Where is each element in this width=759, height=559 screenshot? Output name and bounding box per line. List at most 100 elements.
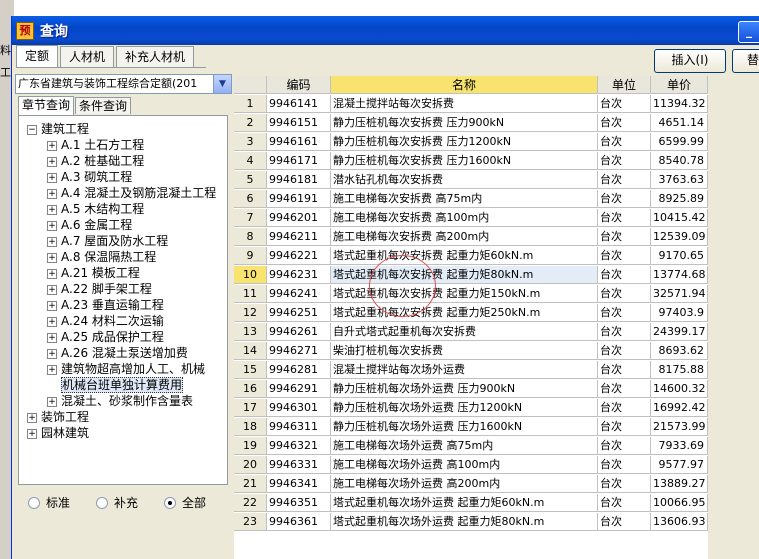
tree-node[interactable]: + A.24 材料二次运输 [47, 313, 164, 329]
price-cell[interactable]: 7933.69 [651, 437, 708, 455]
price-cell[interactable]: 9577.97 [651, 456, 708, 474]
table-row[interactable]: 1 9946141 混凝土搅拌站每次安拆费 台次 11394.32 [234, 95, 708, 114]
unit-cell[interactable]: 台次 [598, 209, 651, 227]
table-row[interactable]: 16 9946291 静力压桩机每次场外运费 压力900kN 台次 14600.32 [234, 380, 708, 399]
row-number-header[interactable] [234, 76, 267, 94]
name-cell[interactable]: 混凝土搅拌站每次安拆费 [331, 95, 598, 113]
unit-cell[interactable]: 台次 [598, 95, 651, 113]
collapse-icon[interactable]: − [27, 124, 37, 135]
code-cell[interactable]: 9946281 [267, 361, 331, 379]
table-row[interactable]: 3 9946161 静力压桩机每次安拆费 压力1200kN 台次 6599.99 [234, 133, 708, 152]
tree-node[interactable]: + 装饰工程 [27, 409, 89, 425]
name-cell[interactable]: 塔式起重机每次场外运费 起重力矩60kN.m [331, 494, 598, 512]
row-number[interactable]: 9 [234, 247, 267, 265]
name-header[interactable]: 名称 [331, 76, 598, 94]
name-cell[interactable]: 静力压桩机每次安拆费 压力900kN [331, 114, 598, 132]
code-cell[interactable]: 9946291 [267, 380, 331, 398]
expand-icon[interactable]: + [47, 204, 57, 215]
code-cell[interactable]: 9946361 [267, 513, 331, 531]
name-cell[interactable]: 柴油打桩机每次安拆费 [331, 342, 598, 360]
table-row[interactable]: 14 9946271 柴油打桩机每次安拆费 台次 8693.62 [234, 342, 708, 361]
tree-node[interactable]: + A.5 木结构工程 [47, 201, 144, 217]
code-cell[interactable]: 9946141 [267, 95, 331, 113]
radio-all[interactable]: 全部 [164, 494, 206, 511]
price-cell[interactable]: 8175.88 [651, 361, 708, 379]
row-number[interactable]: 6 [234, 190, 267, 208]
expand-icon[interactable]: + [47, 220, 57, 231]
expand-icon[interactable]: + [47, 332, 57, 343]
price-cell[interactable]: 13606.93 [651, 513, 708, 531]
tree-node[interactable]: + A.25 成品保护工程 [47, 329, 164, 345]
unit-cell[interactable]: 台次 [598, 475, 651, 493]
tree-node[interactable]: + 建筑物超高增加人工、机械 [47, 361, 205, 377]
price-cell[interactable]: 11394.32 [651, 95, 708, 113]
expand-icon[interactable]: + [47, 396, 57, 407]
unit-cell[interactable]: 台次 [598, 114, 651, 132]
code-cell[interactable]: 9946301 [267, 399, 331, 417]
unit-cell[interactable]: 台次 [598, 399, 651, 417]
insert-button[interactable]: 插入(I) [654, 49, 726, 73]
name-cell[interactable]: 静力压桩机每次场外运费 压力1600kN [331, 418, 598, 436]
price-cell[interactable]: 8693.62 [651, 342, 708, 360]
row-number[interactable]: 2 [234, 114, 267, 132]
price-cell[interactable]: 21573.99 [651, 418, 708, 436]
row-number[interactable]: 22 [234, 494, 267, 512]
tree-node[interactable]: + A.21 模板工程 [47, 265, 140, 281]
table-row[interactable]: 6 9946191 施工电梯每次安拆费 高75m内 台次 8925.89 [234, 190, 708, 209]
row-number[interactable]: 4 [234, 152, 267, 170]
price-cell[interactable]: 10066.95 [651, 494, 708, 512]
code-cell[interactable]: 9946231 [267, 266, 331, 284]
tree-node[interactable]: + A.8 保温隔热工程 [47, 249, 156, 265]
tree-node[interactable]: − 建筑工程 [27, 121, 89, 137]
unit-cell[interactable]: 台次 [598, 152, 651, 170]
table-row[interactable]: 13 9946261 自升式塔式起重机每次安拆费 台次 24399.17 [234, 323, 708, 342]
code-header[interactable]: 编码 [267, 76, 331, 94]
table-row[interactable]: 10 9946231 塔式起重机每次安拆费 起重力矩80kN.m 台次 13774.68 [234, 266, 708, 285]
tree-node[interactable]: + 园林建筑 [27, 425, 89, 441]
expand-icon[interactable]: + [47, 156, 57, 167]
expand-icon[interactable]: + [47, 188, 57, 199]
expand-icon[interactable]: + [47, 268, 57, 279]
expand-icon[interactable]: + [27, 412, 37, 423]
row-number[interactable]: 13 [234, 323, 267, 341]
expand-icon[interactable]: + [47, 172, 57, 183]
row-number[interactable]: 10 [234, 266, 267, 284]
unit-cell[interactable]: 台次 [598, 456, 651, 474]
unit-cell[interactable]: 台次 [598, 266, 651, 284]
tab-condition-query[interactable]: 条件查询 [75, 97, 132, 114]
code-cell[interactable]: 9946151 [267, 114, 331, 132]
name-cell[interactable]: 施工电梯每次安拆费 高100m内 [331, 209, 598, 227]
price-cell[interactable]: 16992.42 [651, 399, 708, 417]
row-number[interactable]: 1 [234, 95, 267, 113]
table-row[interactable]: 7 9946201 施工电梯每次安拆费 高100m内 台次 10415.42 [234, 209, 708, 228]
price-cell[interactable]: 24399.17 [651, 323, 708, 341]
tab-labor-material-machine[interactable]: 人材机 [60, 46, 115, 67]
table-row[interactable]: 22 9946351 塔式起重机每次场外运费 起重力矩60kN.m 台次 10066.9… [234, 494, 708, 513]
table-row[interactable]: 5 9946181 潜水钻孔机每次安拆费 台次 3763.63 [234, 171, 708, 190]
radio-standard-dot[interactable] [28, 496, 40, 509]
code-cell[interactable]: 9946311 [267, 418, 331, 436]
tree-node[interactable]: + A.7 屋面及防水工程 [47, 233, 168, 249]
unit-cell[interactable]: 台次 [598, 361, 651, 379]
table-row[interactable]: 20 9946331 施工电梯每次场外运费 高100m内 台次 9577.97 [234, 456, 708, 475]
code-cell[interactable]: 9946171 [267, 152, 331, 170]
minimize-button[interactable]: _ [738, 21, 759, 43]
unit-cell[interactable]: 台次 [598, 513, 651, 531]
row-number[interactable]: 5 [234, 171, 267, 189]
row-number[interactable]: 21 [234, 475, 267, 493]
name-cell[interactable]: 潜水钻孔机每次安拆费 [331, 171, 598, 189]
tab-supplementary[interactable]: 补充人材机 [116, 46, 195, 67]
price-cell[interactable]: 97403.9 [651, 304, 708, 322]
row-number[interactable]: 16 [234, 380, 267, 398]
price-header[interactable]: 单价 [651, 76, 708, 94]
name-cell[interactable]: 静力压桩机每次安拆费 压力1600kN [331, 152, 598, 170]
tab-quota[interactable]: 定额 [16, 45, 59, 68]
tree-node[interactable]: + A.23 垂直运输工程 [47, 297, 164, 313]
row-number[interactable]: 7 [234, 209, 267, 227]
tree-node[interactable]: + A.22 脚手架工程 [47, 281, 152, 297]
row-number[interactable]: 19 [234, 437, 267, 455]
unit-cell[interactable]: 台次 [598, 247, 651, 265]
row-number[interactable]: 20 [234, 456, 267, 474]
unit-cell[interactable]: 台次 [598, 494, 651, 512]
name-cell[interactable]: 塔式起重机每次场外运费 起重力矩80kN.m [331, 513, 598, 531]
